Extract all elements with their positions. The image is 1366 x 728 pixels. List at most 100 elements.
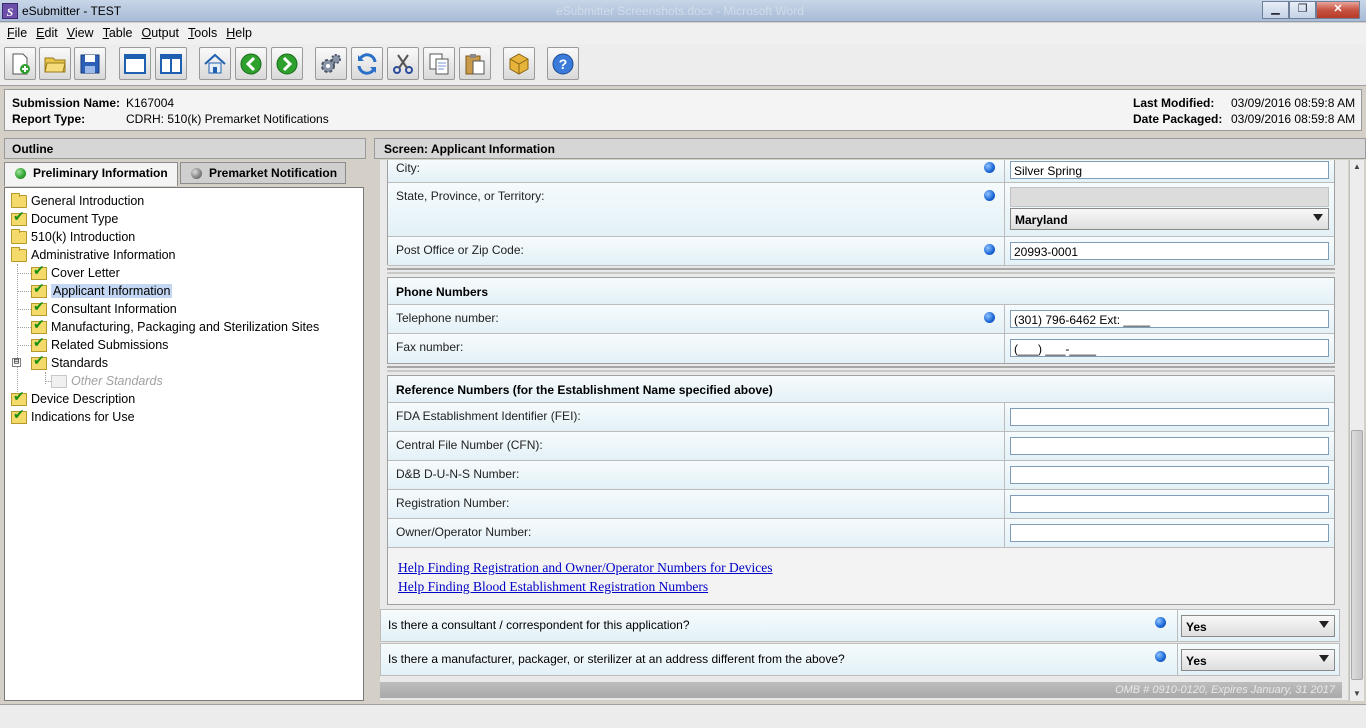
owner-operator-label: Owner/Operator Number:: [396, 525, 532, 539]
tab-premarket-notification[interactable]: Premarket Notification: [180, 162, 346, 184]
tab-label: Premarket Notification: [209, 166, 338, 180]
paste-button[interactable]: [459, 47, 491, 80]
close-button[interactable]: ✕: [1316, 1, 1360, 19]
tab-preliminary-information[interactable]: Preliminary Information: [4, 162, 178, 186]
maximize-button[interactable]: ❐: [1289, 1, 1316, 19]
tree-connector: [17, 309, 31, 310]
tree-connector: [17, 264, 18, 404]
tree-item-510k-introduction[interactable]: 510(k) Introduction: [11, 228, 135, 246]
svg-text:?: ?: [559, 56, 568, 72]
open-folder-icon: [44, 57, 66, 72]
checked-folder-icon: [31, 281, 47, 298]
required-indicator-icon: [984, 244, 995, 255]
menu-view[interactable]: View: [64, 23, 97, 44]
outline-tree: General Introduction Document Type 510(k…: [4, 187, 364, 701]
window-single-icon: [124, 53, 146, 74]
save-disk-icon: [80, 54, 100, 73]
fax-input[interactable]: (___) ___-____: [1010, 339, 1329, 357]
tree-item-document-type[interactable]: Document Type: [11, 209, 119, 228]
fax-label: Fax number:: [396, 340, 464, 354]
status-green-icon: [15, 168, 26, 179]
tree-item-label: Device Description: [31, 392, 136, 406]
manufacturer-select[interactable]: Yes: [1181, 649, 1335, 671]
settings-button[interactable]: [315, 47, 347, 80]
submission-name-label: Submission Name:: [12, 96, 121, 110]
checked-folder-icon: [31, 317, 47, 334]
home-button[interactable]: [199, 47, 231, 80]
scroll-up-icon[interactable]: ▲: [1351, 160, 1363, 174]
blood-registration-help-link[interactable]: Help Finding Blood Establishment Registr…: [398, 579, 708, 595]
help-button[interactable]: ?: [547, 47, 579, 80]
copy-button[interactable]: [423, 47, 455, 80]
menu-table[interactable]: Table: [100, 23, 136, 44]
duns-label: D&B D-U-N-S Number:: [396, 467, 520, 481]
paste-icon: [465, 53, 485, 74]
back-arrow-icon: [240, 53, 262, 74]
registration-input[interactable]: [1010, 495, 1329, 513]
registration-help-link[interactable]: Help Finding Registration and Owner/Oper…: [398, 560, 773, 576]
zip-input[interactable]: 20993-0001: [1010, 242, 1329, 260]
save-button[interactable]: [74, 47, 106, 80]
state-select[interactable]: Maryland: [1010, 208, 1329, 230]
tree-item-indications-for-use[interactable]: Indications for Use: [11, 407, 135, 426]
folder-icon: [11, 192, 27, 208]
tree-item-general-introduction[interactable]: General Introduction: [11, 192, 144, 210]
back-button[interactable]: [235, 47, 267, 80]
forward-arrow-icon: [276, 53, 298, 74]
duns-input[interactable]: [1010, 466, 1329, 484]
collapse-toggle[interactable]: ⊟: [12, 358, 21, 367]
menu-help[interactable]: Help: [223, 23, 255, 44]
cfn-input[interactable]: [1010, 437, 1329, 455]
reference-section-title: Reference Numbers (for the Establishment…: [388, 376, 1334, 403]
new-document-button[interactable]: [4, 47, 36, 80]
tree-item-device-description[interactable]: Device Description: [11, 389, 136, 408]
split-window-button[interactable]: [155, 47, 187, 80]
fei-input[interactable]: [1010, 408, 1329, 426]
tree-item-label: Administrative Information: [31, 248, 176, 262]
fei-label: FDA Establishment Identifier (FEI):: [396, 409, 581, 423]
tree-item-related-submissions[interactable]: Related Submissions: [31, 335, 169, 354]
omb-footer: OMB # 0910-0120, Expires January, 31 201…: [380, 682, 1342, 698]
outline-tabs: Preliminary Information Premarket Notifi…: [4, 162, 366, 186]
address-group: City: Silver Spring State, Province, or …: [387, 160, 1335, 266]
scroll-down-icon[interactable]: ▼: [1351, 687, 1363, 701]
tree-item-consultant-information[interactable]: Consultant Information: [31, 299, 177, 318]
package-button[interactable]: [503, 47, 535, 80]
tree-item-label: General Introduction: [31, 194, 145, 208]
open-button[interactable]: [39, 47, 71, 80]
tree-item-cover-letter[interactable]: Cover Letter: [31, 263, 120, 282]
checked-folder-icon: [11, 407, 27, 424]
menu-output[interactable]: Output: [138, 23, 182, 44]
manufacturer-question-label: Is there a manufacturer, packager, or st…: [388, 652, 845, 666]
zip-row: Post Office or Zip Code: 20993-0001: [388, 237, 1334, 266]
telephone-input[interactable]: (301) 796-6462 Ext: ____: [1010, 310, 1329, 328]
refresh-button[interactable]: [351, 47, 383, 80]
tree-item-administrative-information[interactable]: Administrative Information: [11, 246, 176, 264]
tree-item-applicant-information[interactable]: Applicant Information: [31, 281, 173, 300]
city-input[interactable]: Silver Spring: [1010, 161, 1329, 179]
menu-file[interactable]: File: [4, 23, 30, 44]
menu-bar: File Edit View Table Output Tools Help: [0, 23, 1366, 44]
menu-tools[interactable]: Tools: [185, 23, 220, 44]
menu-edit[interactable]: Edit: [33, 23, 61, 44]
vertical-scrollbar[interactable]: ▲ ▼: [1349, 160, 1364, 701]
checked-folder-icon: [31, 299, 47, 316]
forward-button[interactable]: [271, 47, 303, 80]
tree-item-label: Related Submissions: [51, 338, 169, 352]
tree-item-manufacturing-sites[interactable]: Manufacturing, Packaging and Sterilizati…: [31, 317, 319, 336]
minimize-button[interactable]: ▁: [1262, 1, 1289, 19]
tree-connector: [17, 327, 31, 328]
cut-button[interactable]: [387, 47, 419, 80]
tree-item-standards[interactable]: Standards: [31, 353, 108, 372]
tree-connector: [17, 345, 31, 346]
fax-row: Fax number: (___) ___-____: [388, 334, 1334, 363]
single-window-button[interactable]: [119, 47, 151, 80]
last-modified-label: Last Modified:: [1133, 96, 1215, 110]
owner-operator-input[interactable]: [1010, 524, 1329, 542]
package-box-icon: [509, 52, 529, 75]
status-gray-icon: [191, 168, 202, 179]
registration-row: Registration Number:: [388, 490, 1334, 519]
consultant-select[interactable]: Yes: [1181, 615, 1335, 637]
tree-item-label: Document Type: [31, 212, 119, 226]
scrollbar-thumb[interactable]: [1351, 430, 1363, 680]
